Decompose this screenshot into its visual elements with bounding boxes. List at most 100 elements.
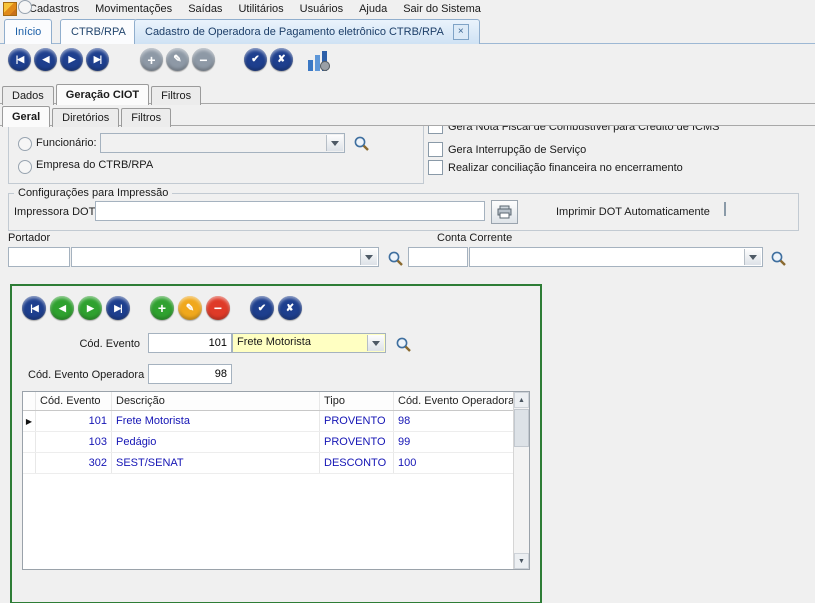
checkbox-row-conciliacao[interactable]: Realizar conciliação financeira no encer… bbox=[428, 160, 683, 175]
nav-first-icon: |◀ bbox=[30, 303, 37, 314]
table-row[interactable]: 103 Pedágio PROVENTO 99 bbox=[23, 432, 513, 453]
grid-header-descricao[interactable]: Descrição bbox=[112, 392, 320, 410]
conta-corrente-select[interactable] bbox=[469, 247, 763, 267]
chevron-down-icon bbox=[744, 249, 761, 265]
menu-utilitarios[interactable]: Utilitários bbox=[230, 2, 291, 16]
portador-code-input[interactable] bbox=[8, 247, 70, 267]
tab-geral[interactable]: Geral bbox=[2, 106, 50, 127]
delete-icon: − bbox=[214, 301, 222, 315]
menu-ajuda[interactable]: Ajuda bbox=[351, 2, 395, 16]
menu-usuarios[interactable]: Usuários bbox=[292, 2, 351, 16]
cell-descricao: Frete Motorista bbox=[112, 411, 320, 431]
evento-nav-prev-button[interactable]: ◀ bbox=[50, 296, 74, 320]
delete-icon: − bbox=[199, 53, 207, 67]
tab-filtros[interactable]: Filtros bbox=[151, 86, 201, 105]
checkbox-row-interrupcao[interactable]: Gera Interrupção de Serviço bbox=[428, 142, 586, 157]
add-icon: + bbox=[147, 53, 155, 67]
scrollbar-up-button[interactable]: ▲ bbox=[514, 392, 529, 408]
tab-dados[interactable]: Dados bbox=[2, 86, 54, 105]
evento-add-button[interactable]: + bbox=[150, 296, 174, 320]
cell-tipo: PROVENTO bbox=[320, 432, 394, 452]
report-chart-button[interactable] bbox=[306, 49, 332, 73]
scrollbar-thumb[interactable] bbox=[514, 409, 529, 447]
evento-nav-first-button[interactable]: |◀ bbox=[22, 296, 46, 320]
cell-cod-operadora: 99 bbox=[394, 432, 513, 452]
conta-corrente-search-button[interactable] bbox=[769, 249, 787, 267]
grid-header-cod-operadora[interactable]: Cód. Evento Operadora bbox=[394, 392, 513, 410]
nav-prev-icon: ◀ bbox=[43, 54, 49, 65]
nav-next-button[interactable]: ▶ bbox=[60, 48, 83, 71]
evento-cancel-button[interactable]: ✘ bbox=[278, 296, 302, 320]
cell-cod-evento: 302 bbox=[36, 453, 112, 473]
grid-header-cod-evento[interactable]: Cód. Evento bbox=[36, 392, 112, 410]
grid-scrollbar[interactable]: ▲ ▼ bbox=[513, 392, 529, 569]
nav-first-button[interactable]: |◀ bbox=[8, 48, 31, 71]
evento-edit-button[interactable]: ✎ bbox=[178, 296, 202, 320]
portador-select[interactable] bbox=[71, 247, 379, 267]
main-tabstrip: Dados Geração CIOT Filtros bbox=[2, 84, 203, 105]
owner-groupbox bbox=[8, 125, 424, 184]
evento-confirm-button[interactable]: ✔ bbox=[250, 296, 274, 320]
nav-last-icon: ▶| bbox=[94, 54, 101, 65]
nav-last-icon: ▶| bbox=[114, 303, 121, 314]
portador-label: Portador bbox=[8, 232, 50, 244]
scrollbar-down-button[interactable]: ▼ bbox=[514, 553, 529, 569]
tab-geracao-ciot[interactable]: Geração CIOT bbox=[56, 84, 149, 105]
cod-evento-select[interactable]: Frete Motorista bbox=[232, 333, 386, 353]
nav-next-icon: ▶ bbox=[69, 54, 75, 65]
tab-inicio-label: Início bbox=[15, 26, 41, 38]
menu-sair[interactable]: Sair do Sistema bbox=[395, 2, 489, 16]
nav-first-icon: |◀ bbox=[16, 54, 23, 65]
tab-diretorios[interactable]: Diretórios bbox=[52, 108, 119, 127]
checkbox-icon[interactable] bbox=[428, 142, 443, 157]
cell-tipo: PROVENTO bbox=[320, 411, 394, 431]
nav-last-button[interactable]: ▶| bbox=[86, 48, 109, 71]
cod-evento-search-button[interactable] bbox=[394, 335, 412, 353]
tab-inicio[interactable]: Início bbox=[4, 19, 52, 44]
cell-cod-evento: 103 bbox=[36, 432, 112, 452]
evento-nav-last-button[interactable]: ▶| bbox=[106, 296, 130, 320]
impressora-dot-input[interactable] bbox=[95, 201, 485, 221]
cod-evento-operadora-input[interactable] bbox=[148, 364, 232, 384]
tab-cadastro-operadora[interactable]: Cadastro de Operadora de Pagamento eletr… bbox=[134, 19, 480, 44]
cancel-button[interactable]: ✘ bbox=[270, 48, 293, 71]
evento-nav-next-button[interactable]: ▶ bbox=[78, 296, 102, 320]
printer-select-button[interactable] bbox=[491, 200, 518, 224]
edit-button[interactable]: ✎ bbox=[166, 48, 189, 71]
tab-ctrb-rpa[interactable]: CTRB/RPA bbox=[60, 19, 137, 44]
close-icon[interactable]: × bbox=[453, 24, 469, 40]
edit-pencil-icon: ✎ bbox=[173, 54, 181, 65]
cod-evento-operadora-label: Cód. Evento Operadora bbox=[28, 369, 140, 381]
search-icon bbox=[395, 336, 412, 353]
nav-prev-icon: ◀ bbox=[59, 303, 65, 314]
imprimir-dot-checkbox[interactable] bbox=[724, 202, 726, 216]
cell-cod-operadora: 100 bbox=[394, 453, 513, 473]
add-button[interactable]: + bbox=[140, 48, 163, 71]
menu-bar: Cadastros Movimentações Saídas Utilitári… bbox=[0, 0, 815, 17]
tab-cadastro-operadora-label: Cadastro de Operadora de Pagamento eletr… bbox=[145, 26, 444, 38]
imprimir-dot-label: Imprimir DOT Automaticamente bbox=[556, 206, 710, 218]
cod-evento-input[interactable] bbox=[148, 333, 232, 353]
cell-descricao: Pedágio bbox=[112, 432, 320, 452]
conta-corrente-code-input[interactable] bbox=[408, 247, 468, 267]
confirm-check-icon: ✔ bbox=[251, 54, 259, 65]
table-row[interactable]: 302 SEST/SENAT DESCONTO 100 bbox=[23, 453, 513, 474]
cell-cod-evento: 101 bbox=[36, 411, 112, 431]
delete-button[interactable]: − bbox=[192, 48, 215, 71]
row-marker-empty bbox=[23, 432, 36, 452]
portador-search-button[interactable] bbox=[386, 249, 404, 267]
menu-movimentacoes[interactable]: Movimentações bbox=[87, 2, 180, 16]
cod-evento-select-value: Frete Motorista bbox=[237, 336, 311, 348]
menu-saidas[interactable]: Saídas bbox=[180, 2, 230, 16]
impressora-dot-label: Impressora DOT bbox=[14, 206, 95, 218]
grid-header-tipo[interactable]: Tipo bbox=[320, 392, 394, 410]
chevron-down-icon bbox=[367, 335, 384, 351]
confirm-button[interactable]: ✔ bbox=[244, 48, 267, 71]
tab-filtros-sub[interactable]: Filtros bbox=[121, 108, 171, 127]
app-window: Cadastros Movimentações Saídas Utilitári… bbox=[0, 0, 815, 603]
nav-prev-button[interactable]: ◀ bbox=[34, 48, 57, 71]
evento-delete-button[interactable]: − bbox=[206, 296, 230, 320]
confirm-check-icon: ✔ bbox=[258, 303, 266, 314]
checkbox-icon[interactable] bbox=[428, 160, 443, 175]
table-row[interactable]: ▶ 101 Frete Motorista PROVENTO 98 bbox=[23, 411, 513, 432]
